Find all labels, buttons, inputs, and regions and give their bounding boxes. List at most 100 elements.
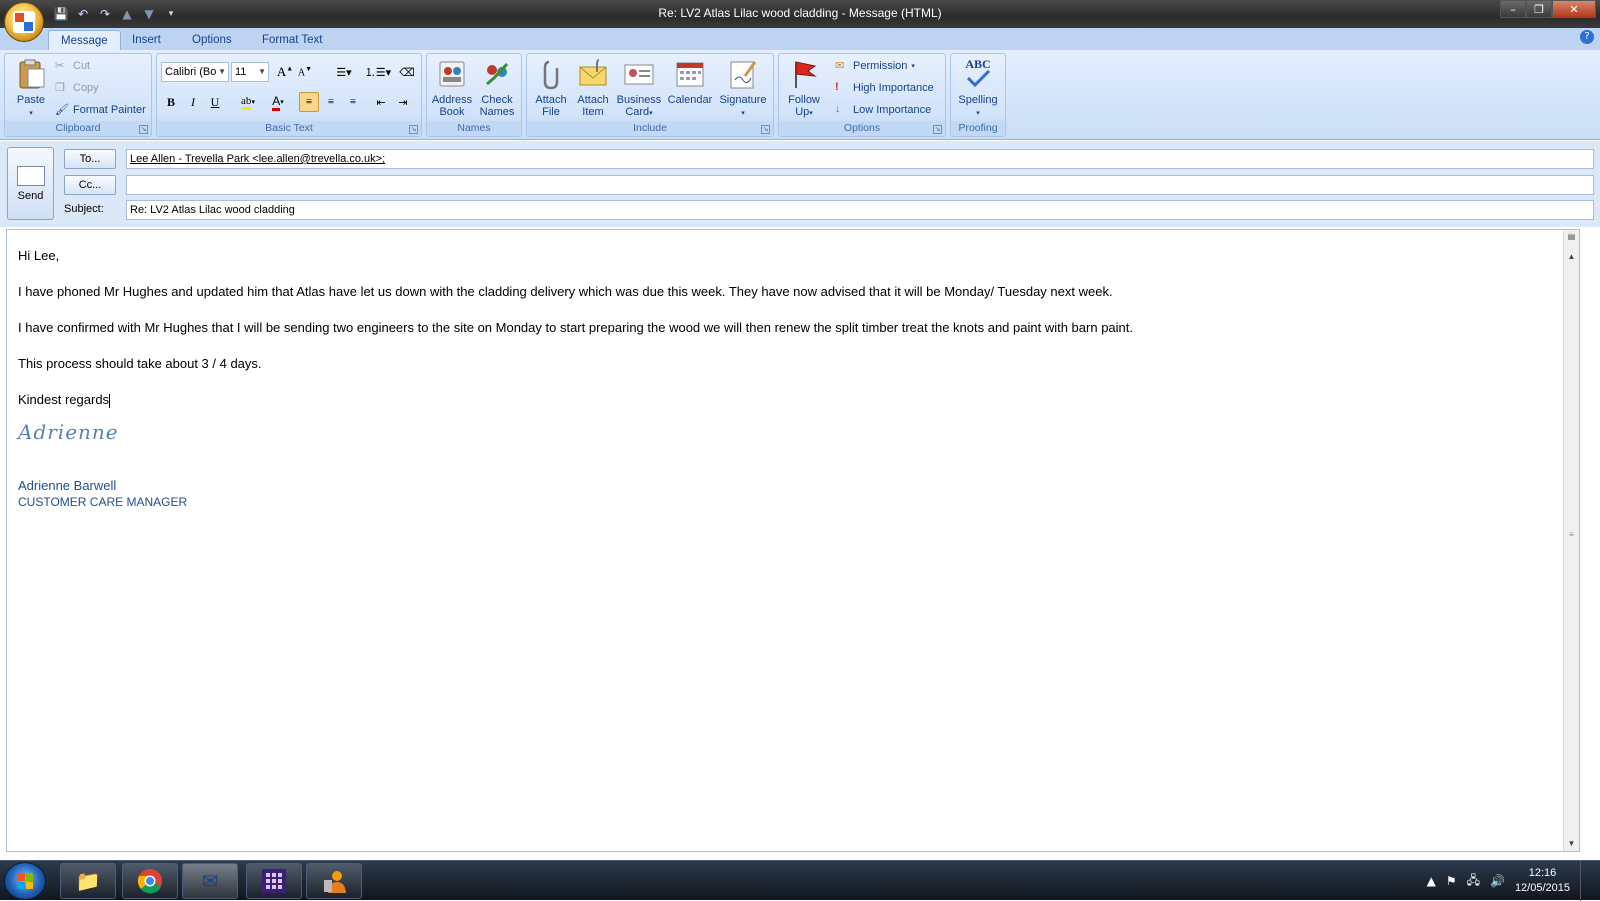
group-options: Follow Up▾ ✉ Permission ▾ ! High Importance … [778,53,946,137]
follow-up-button[interactable]: Follow Up▾ [783,58,825,120]
bullet-list-icon: ☰▾ [336,66,352,79]
subject-label: Subject: [64,203,104,215]
taskbar-user-app[interactable] [306,863,362,899]
tab-format-text[interactable]: Format Text [250,30,335,50]
align-center-button[interactable]: ≡ [321,92,341,112]
message-header: Send To... Lee Allen - Trevella Park <le… [0,141,1600,227]
align-right-button[interactable]: ≡ [343,92,363,112]
format-painter-label: Format Painter [73,104,146,116]
clock[interactable]: 12:16 12/05/2015 [1515,866,1570,896]
window-title: Re: LV2 Atlas Lilac wood cladding - Mess… [658,6,942,20]
tab-message[interactable]: Message [48,30,121,50]
action-center-flag-icon[interactable]: ⚑ [1446,874,1457,888]
low-importance-label: Low Importance [853,104,932,116]
cc-button[interactable]: Cc... [64,175,116,195]
font-family-select[interactable]: Calibri (Bo ▼ [161,62,229,82]
ruler-toggle-icon[interactable]: ▤ [1564,230,1579,244]
paste-button[interactable]: Paste ▾ [11,58,51,120]
windows-logo-icon [17,873,33,889]
show-desktop-button[interactable] [1580,861,1594,901]
signature-icon [727,58,759,90]
font-size-select[interactable]: 11 ▼ [231,62,269,82]
grow-font-icon: A▲ [276,64,294,79]
basic-text-dialog-launcher[interactable]: ↘ [409,125,418,134]
include-dialog-launcher[interactable]: ↘ [761,125,770,134]
clipboard-dialog-launcher[interactable]: ↘ [139,125,148,134]
exclamation-icon: ! [835,81,839,93]
taskbar-chrome[interactable] [122,863,178,899]
attach-item-button[interactable]: Attach Item [573,58,613,118]
to-field[interactable]: Lee Allen - Trevella Park <lee.allen@tre… [126,149,1594,169]
vertical-scrollbar[interactable]: ▤ ▲ ≡ ▼ [1563,230,1579,851]
spelling-label: Spelling [958,94,998,106]
scroll-up-icon[interactable]: ▲ [1564,250,1579,264]
grow-font-button[interactable]: A▲ [275,62,295,82]
signature-button[interactable]: Signature ▾ [717,58,769,120]
cut-button[interactable]: ✂ Cut [55,56,90,76]
options-dialog-launcher[interactable]: ↘ [933,125,942,134]
permission-button[interactable]: ✉ Permission ▾ [835,56,915,76]
check-names-button[interactable]: Check Names [475,58,519,118]
attach-file-button[interactable]: Attach File [531,58,571,118]
tab-insert[interactable]: Insert [120,30,173,50]
to-button[interactable]: To... [64,149,116,169]
help-icon[interactable]: ? [1580,30,1594,44]
text-cursor [109,393,111,408]
copy-button[interactable]: ❐ Copy [55,78,99,98]
minimize-button[interactable]: – [1500,0,1526,18]
bold-button[interactable]: B [161,92,181,112]
decrease-indent-button[interactable]: ⇤ [371,92,391,112]
send-button[interactable]: Send [7,147,54,220]
highlight-button[interactable]: ab ▾ [233,92,263,112]
format-painter-button[interactable]: 🖌 Format Painter [55,100,146,120]
underline-button[interactable]: U [205,92,225,112]
network-icon[interactable]: 🖧 [1467,871,1480,892]
signature-name: Adrienne Barwell [18,478,117,493]
group-label-options: Options [779,121,945,136]
paintbrush-icon: 🖌 [55,104,69,116]
to-recipient[interactable]: Lee Allen - Trevella Park <lee.allen@tre… [130,153,385,165]
copy-icon: ❐ [55,82,65,94]
bullets-button[interactable]: ☰▾ [327,62,361,82]
taskbar-explorer[interactable]: 📁 [60,863,116,899]
calendar-button[interactable]: Calendar [665,58,715,106]
restore-button[interactable]: ❐ [1526,0,1552,18]
follow-up-label-1: Follow [788,94,820,106]
clear-formatting-button[interactable]: ⌫ [397,62,417,82]
numbering-button[interactable]: ⒈☰▾ [361,62,395,82]
increase-indent-button[interactable]: ⇥ [393,92,413,112]
office-button[interactable] [4,2,44,42]
ribbon-tab-bar: Message Insert Options Format Text [0,28,1600,50]
subject-field[interactable]: Re: LV2 Atlas Lilac wood cladding [126,200,1594,220]
start-button[interactable] [4,862,46,900]
taskbar-outlook[interactable]: ✉ [182,863,238,899]
business-card-button[interactable]: Business Card▾ [615,58,663,120]
scroll-down-icon[interactable]: ▼ [1564,837,1579,851]
down-arrow-icon: ↓ [835,103,841,115]
font-color-button[interactable]: A ▾ [265,92,291,112]
italic-button[interactable]: I [183,92,203,112]
close-button[interactable]: ✕ [1552,0,1596,18]
chevron-down-icon: ▾ [280,98,284,106]
volume-icon[interactable]: 🔊 [1490,874,1505,888]
low-importance-button[interactable]: ↓ Low Importance [835,100,931,120]
taskbar-app-grid[interactable] [246,863,302,899]
high-importance-button[interactable]: ! High Importance [835,78,934,98]
paperclip-icon [535,58,567,90]
tab-options[interactable]: Options [180,30,244,50]
align-left-button[interactable]: ≡ [299,92,319,112]
scroll-thumb[interactable]: ≡ [1566,530,1577,542]
spelling-icon-text: ABC [965,57,991,71]
app-grid-icon [262,869,286,893]
highlighter-icon: ab [241,95,252,110]
high-importance-label: High Importance [853,82,934,94]
show-hidden-icons-icon[interactable]: ▲ [1427,874,1436,888]
message-body[interactable]: Hi Lee, I have phoned Mr Hughes and upda… [6,229,1580,852]
cc-field[interactable] [126,175,1594,195]
address-book-button[interactable]: Address Book [429,58,475,118]
office-logo-icon [13,11,35,33]
attach-file-label-1: Attach [535,94,567,106]
shrink-font-button[interactable]: A▼ [295,62,315,82]
spelling-button[interactable]: ABC Spelling ▾ [953,58,1003,120]
user-icon [324,871,346,893]
